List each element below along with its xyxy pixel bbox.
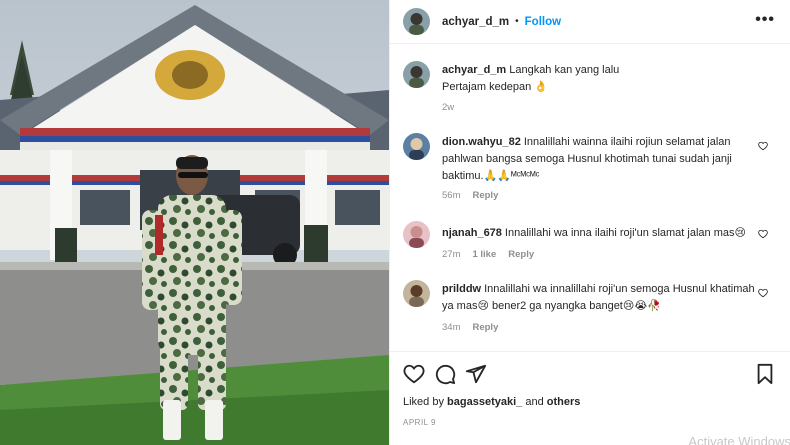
post-header: achyar_d_m • Follow ••• bbox=[390, 0, 790, 44]
like-heart-icon[interactable] bbox=[403, 363, 425, 385]
reply-button[interactable]: Reply bbox=[472, 322, 498, 333]
comment-text: prilddw Innalillahi wa innalillahi roji'u… bbox=[442, 281, 760, 315]
comment-username[interactable]: njanah_678 bbox=[442, 227, 502, 239]
comment-time: 34m bbox=[442, 322, 461, 333]
comment-likes[interactable]: 1 like bbox=[472, 249, 496, 260]
comment-time: 2w bbox=[442, 102, 455, 113]
avatar[interactable] bbox=[403, 221, 430, 248]
like-comment-heart-icon[interactable] bbox=[758, 288, 768, 298]
liked-by-others-link[interactable]: others bbox=[547, 396, 581, 408]
comment-username[interactable]: achyar_d_m bbox=[442, 64, 506, 76]
avatar[interactable] bbox=[403, 280, 430, 307]
comment-meta: 34m Reply bbox=[442, 322, 510, 333]
profile-photo-icon bbox=[403, 61, 430, 88]
avatar[interactable] bbox=[403, 133, 430, 160]
liked-by-prefix: Liked by bbox=[403, 396, 444, 408]
comment-content: Innalillahi wa inna ilaihi roji'un slama… bbox=[504, 227, 746, 239]
avatar[interactable] bbox=[403, 61, 430, 88]
comment-text: njanah_678 Innalillahi wa inna ilaihi roj… bbox=[442, 225, 760, 242]
post-side-panel: achyar_d_m • Follow ••• achyar_d_m Langka… bbox=[389, 0, 790, 445]
profile-photo-icon bbox=[403, 280, 430, 307]
comment-item: prilddw Innalillahi wa innalillahi roji'u… bbox=[403, 280, 778, 340]
profile-photo-icon bbox=[403, 8, 430, 35]
post-username[interactable]: achyar_d_m bbox=[442, 16, 509, 28]
comments-list[interactable]: achyar_d_m Langkah kan yang lalu Pertajam… bbox=[390, 45, 790, 351]
like-comment-heart-icon[interactable] bbox=[758, 141, 768, 151]
avatar[interactable] bbox=[403, 8, 430, 35]
separator-dot: • bbox=[515, 16, 519, 27]
comment-time: 56m bbox=[442, 190, 461, 201]
liked-by-user-link[interactable]: bagassetyaki_ bbox=[447, 396, 522, 408]
reply-button[interactable]: Reply bbox=[472, 190, 498, 201]
comment-item: dion.wahyu_82 Innalillahi wainna ilaihi r… bbox=[403, 133, 778, 203]
follow-button[interactable]: Follow bbox=[525, 16, 561, 28]
comment-username[interactable]: prilddw bbox=[442, 283, 481, 295]
more-horizontal-icon[interactable]: ••• bbox=[755, 11, 775, 29]
comment-bubble-icon[interactable] bbox=[434, 363, 456, 385]
profile-photo-icon bbox=[403, 221, 430, 248]
share-paper-plane-icon[interactable] bbox=[465, 363, 487, 385]
comment-meta: 56m Reply bbox=[442, 190, 510, 201]
comment-item: njanah_678 Innalillahi wa inna ilaihi roj… bbox=[403, 221, 778, 266]
post-actions: Liked by bagassetyaki_ and others APRIL … bbox=[390, 351, 790, 445]
like-comment-heart-icon[interactable] bbox=[758, 229, 768, 239]
comment-line-1: Langkah kan yang lalu bbox=[509, 64, 620, 76]
comment-text: achyar_d_m Langkah kan yang lalu Pertajam… bbox=[442, 62, 760, 96]
comment-meta: 27m 1 like Reply bbox=[442, 249, 546, 260]
comment-text: dion.wahyu_82 Innalillahi wainna ilaihi r… bbox=[442, 134, 760, 185]
liked-by-text: Liked by bagassetyaki_ and others bbox=[403, 396, 580, 408]
activate-windows-watermark: Activate Windows bbox=[688, 434, 790, 445]
soldier-in-front-of-building-image bbox=[0, 0, 389, 445]
instagram-post: achyar_d_m • Follow ••• achyar_d_m Langka… bbox=[0, 0, 790, 445]
post-photo[interactable] bbox=[0, 0, 389, 445]
comment-username[interactable]: dion.wahyu_82 bbox=[442, 136, 521, 148]
liked-by-and: and bbox=[525, 396, 544, 408]
caption-comment: achyar_d_m Langkah kan yang lalu Pertajam… bbox=[403, 61, 778, 121]
post-date[interactable]: APRIL 9 bbox=[403, 418, 436, 427]
comment-content: Innalillahi wa innalillahi roji'un semog… bbox=[442, 283, 755, 312]
comment-time: 27m bbox=[442, 249, 461, 260]
save-bookmark-icon[interactable] bbox=[754, 363, 776, 385]
comment-meta: 2w bbox=[442, 102, 466, 113]
profile-photo-icon bbox=[403, 133, 430, 160]
comment-line-2: Pertajam kedepan 👌 bbox=[442, 81, 549, 93]
reply-button[interactable]: Reply bbox=[508, 249, 534, 260]
